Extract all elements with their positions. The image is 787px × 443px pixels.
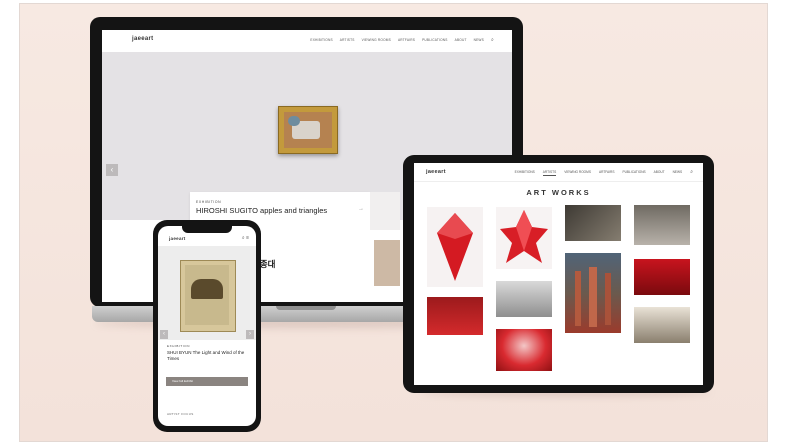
laptop-menu: EXHIBITIONS ARTISTS VIEWING ROOMS ARTFAI… xyxy=(310,37,494,43)
menu-news[interactable]: NEWS xyxy=(474,38,484,43)
artwork-red-web[interactable] xyxy=(634,259,690,295)
search-icon[interactable]: ⌕ xyxy=(690,169,693,176)
laptop-navbar: jaeeart EXHIBITIONS ARTISTS VIEWING ROOM… xyxy=(102,30,512,53)
phone-screen: jaeeart ⌕ ≡ ‹ › EXHIBITION SHUI BYUN The… xyxy=(158,226,256,426)
exhibition-eyebrow: EXHIBITION xyxy=(196,200,222,204)
artwork-red-threads[interactable] xyxy=(496,329,552,371)
artwork-dark-installation[interactable] xyxy=(565,205,621,241)
slider-next-button[interactable]: › xyxy=(246,330,254,339)
menu-about[interactable]: ABOUT xyxy=(654,170,665,176)
exhibition-eyebrow: EXHIBITION xyxy=(167,344,191,348)
view-exhibit-button[interactable]: View full Exhibit xyxy=(166,377,248,386)
artwork-gallery-installation[interactable] xyxy=(496,281,552,317)
artwork-red-diamond[interactable] xyxy=(427,207,483,287)
menu-viewing-rooms[interactable]: VIEWING ROOMS xyxy=(564,170,591,176)
phone-hero-slider: ‹ › xyxy=(158,246,256,340)
artwork-hall-nets[interactable] xyxy=(565,253,621,333)
hero-painting xyxy=(180,260,236,332)
laptop-notch xyxy=(276,306,336,310)
search-icon[interactable]: ⌕ xyxy=(491,37,494,43)
site-logo[interactable]: jaeeart xyxy=(169,236,186,241)
artworks-heading: ART WORKS xyxy=(526,188,591,197)
menu-artists[interactable]: ARTISTS xyxy=(542,170,557,176)
artist-focus-label: ARTIST FOCUS xyxy=(167,412,194,416)
hero-painting xyxy=(278,106,338,154)
artwork-red-star[interactable] xyxy=(496,207,552,269)
arrow-right-icon[interactable]: → xyxy=(358,206,364,212)
phone-notch xyxy=(182,226,232,233)
menu-about[interactable]: ABOUT xyxy=(455,38,467,43)
menu-artfairs[interactable]: ARTFAIRS xyxy=(398,38,415,43)
exhibition-card[interactable]: EXHIBITION SHUI BYUN The Light and Wind … xyxy=(165,342,249,382)
menu-artists[interactable]: ARTISTS xyxy=(340,38,355,43)
tablet-screen: jaeeart EXHIBITIONS ARTISTS VIEWING ROOM… xyxy=(414,163,703,385)
artwork-red-room[interactable] xyxy=(427,297,483,335)
artwork-white-threads[interactable] xyxy=(634,307,690,343)
menu-publications[interactable]: PUBLICATIONS xyxy=(422,38,448,43)
artwork-pianos[interactable] xyxy=(634,205,690,245)
menu-viewing-rooms[interactable]: VIEWING ROOMS xyxy=(362,38,391,43)
menu-news[interactable]: NEWS xyxy=(673,170,683,176)
artwork-thumbnail[interactable] xyxy=(374,240,400,286)
menu-exhibitions[interactable]: EXHIBITIONS xyxy=(310,38,332,43)
menu-artfairs[interactable]: ARTFAIRS xyxy=(599,170,615,176)
next-exhibition-card[interactable] xyxy=(370,192,400,230)
menu-exhibitions[interactable]: EXHIBITIONS xyxy=(515,170,535,176)
slider-prev-button[interactable]: ‹ xyxy=(106,164,118,176)
site-logo[interactable]: jaeeart xyxy=(426,169,446,175)
slider-prev-button[interactable]: ‹ xyxy=(160,330,168,339)
tablet-menu: EXHIBITIONS ARTISTS VIEWING ROOMS ARTFAI… xyxy=(515,169,693,176)
exhibition-title[interactable]: SHUI BYUN The Light and Wind of the Time… xyxy=(167,350,245,362)
site-logo[interactable]: jaeeart xyxy=(132,36,153,42)
tablet-navbar: jaeeart EXHIBITIONS ARTISTS VIEWING ROOM… xyxy=(414,163,703,182)
menu-publications[interactable]: PUBLICATIONS xyxy=(622,170,645,176)
exhibition-title[interactable]: HIROSHI SUGITO apples and triangles xyxy=(196,206,327,215)
search-menu-icons[interactable]: ⌕ ≡ xyxy=(242,235,249,241)
